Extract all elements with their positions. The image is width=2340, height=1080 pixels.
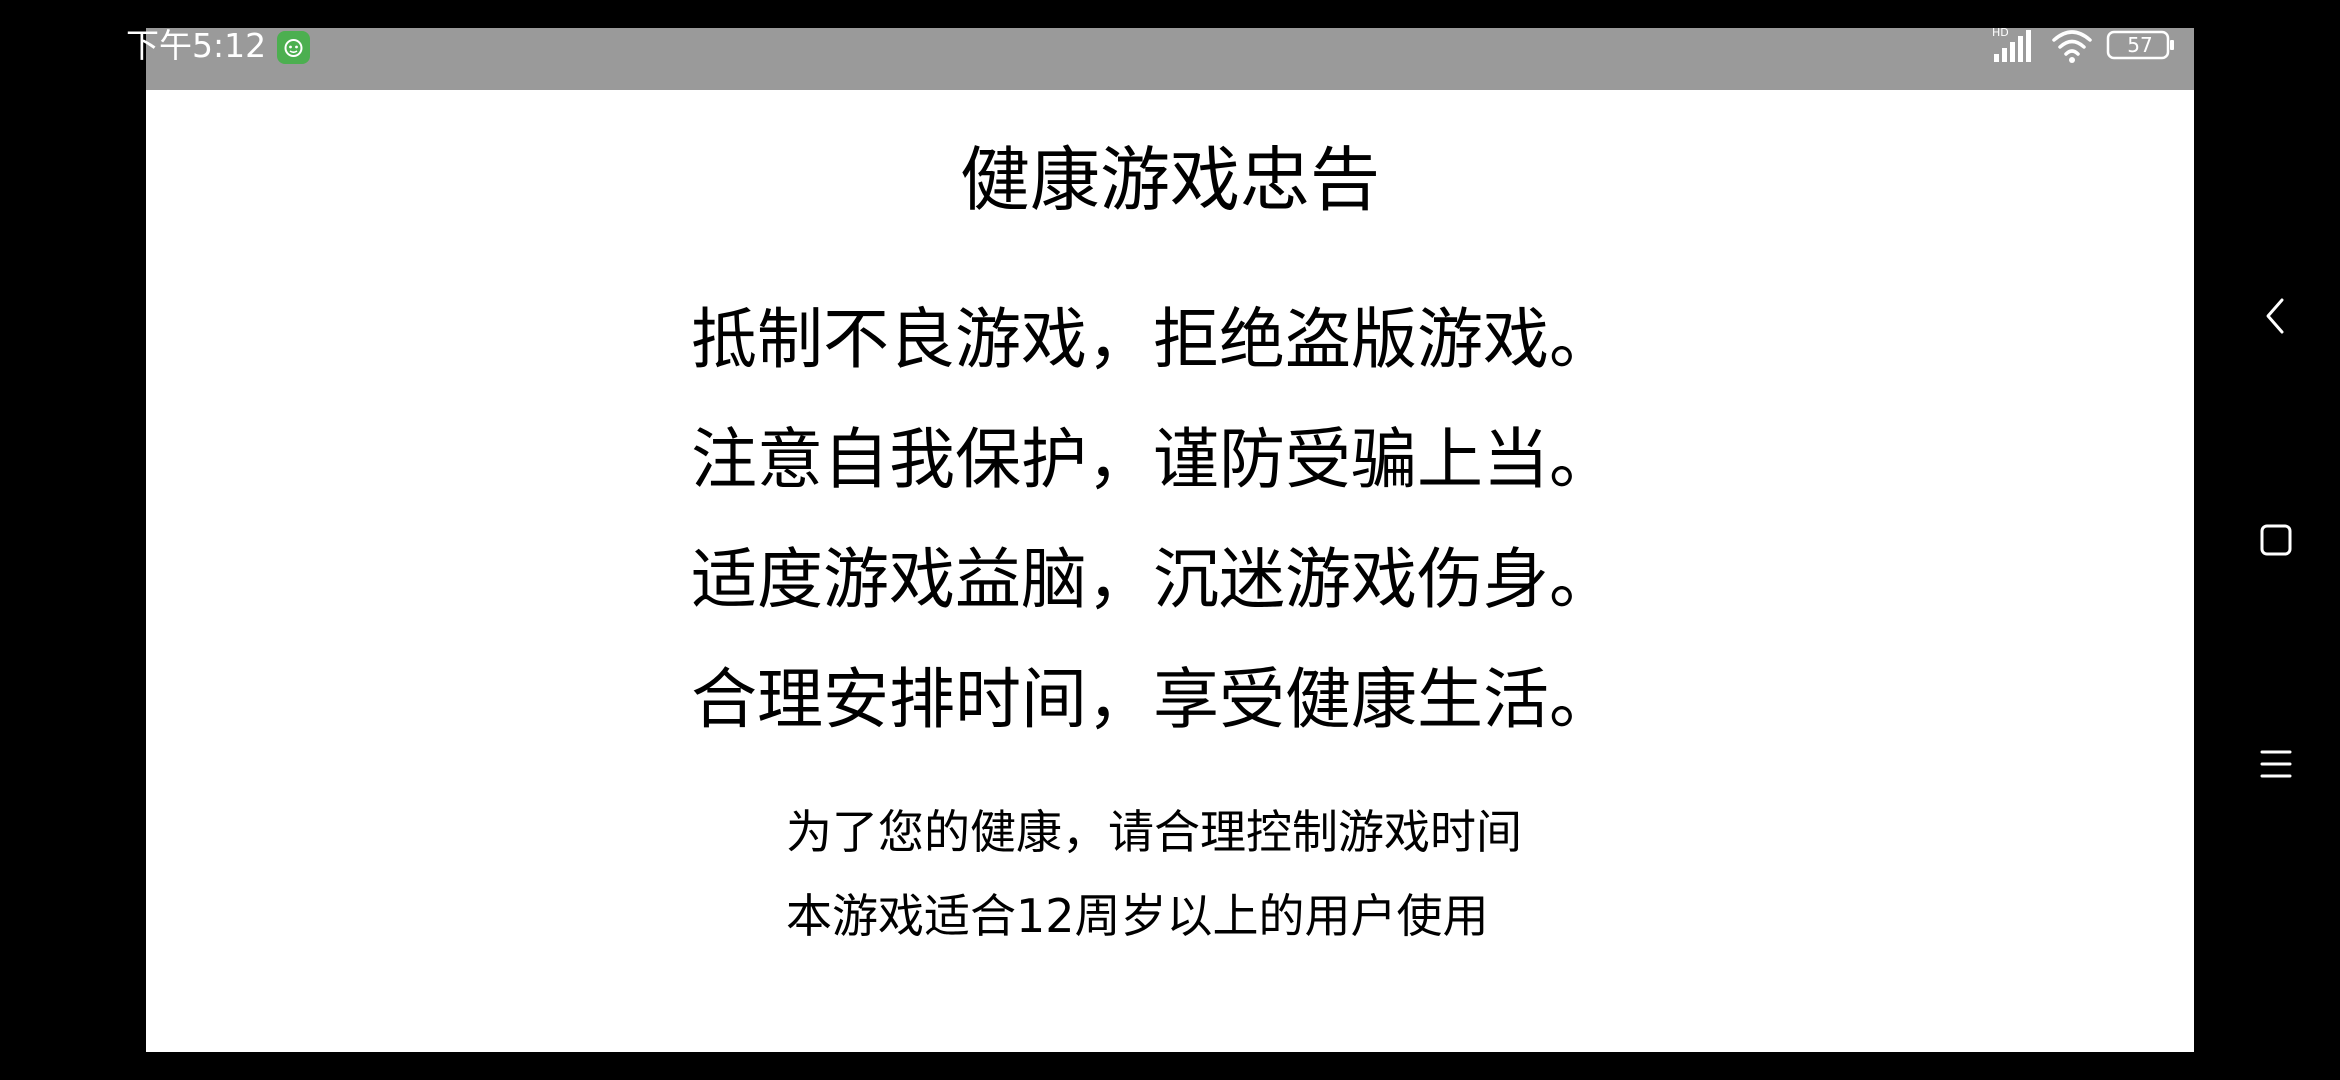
status-bar xyxy=(146,28,2194,90)
wifi-icon xyxy=(2052,30,2092,63)
android-robot-icon xyxy=(277,31,310,64)
advisory-list: 抵制不良游戏，拒绝盗版游戏。 注意自我保护，谨防受骗上当。 适度游戏益脑，沉迷游… xyxy=(691,280,1691,760)
health-reminder-text: 为了您的健康，请合理控制游戏时间 xyxy=(786,805,1522,859)
screen: 下午5:12 HD 57 健康游戏忠告 抵制不良游戏，拒绝盗版游戏。 注意自我保… xyxy=(0,0,2340,1080)
square-icon[interactable] xyxy=(2240,504,2312,576)
svg-text:HD: HD xyxy=(1992,26,2009,39)
health-notice-panel: 健康游戏忠告 抵制不良游戏，拒绝盗版游戏。 注意自我保护，谨防受骗上当。 适度游… xyxy=(146,90,2194,1052)
age-rating-text: 本游戏适合12周岁以上的用户使用 xyxy=(786,889,1489,943)
footer-notes: 为了您的健康，请合理控制游戏时间 本游戏适合12周岁以上的用户使用 xyxy=(786,790,1686,958)
advisory-line: 适度游戏益脑，沉迷游戏伤身。 xyxy=(691,541,1615,618)
advisory-line: 注意自我保护，谨防受骗上当。 xyxy=(691,421,1615,498)
advisory-line: 合理安排时间，享受健康生活。 xyxy=(691,661,1615,738)
chevron-left-icon[interactable] xyxy=(2240,280,2312,352)
hd-signal-icon: HD xyxy=(1992,26,2031,62)
battery-level: 57 xyxy=(2127,33,2153,57)
hamburger-icon[interactable] xyxy=(2240,728,2312,800)
status-time: 下午5:12 xyxy=(126,26,267,65)
notice-title: 健康游戏忠告 xyxy=(960,139,1380,221)
advisory-line: 抵制不良游戏，拒绝盗版游戏。 xyxy=(691,301,1615,378)
